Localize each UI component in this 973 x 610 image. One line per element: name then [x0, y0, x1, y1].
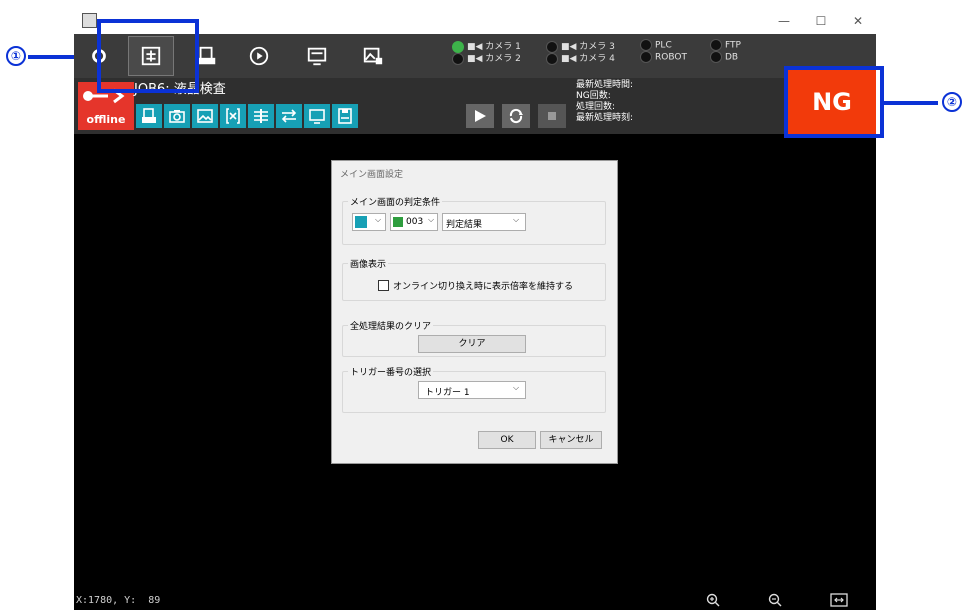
status-dot-icon	[640, 39, 652, 51]
annotation-2-line	[882, 101, 938, 105]
run-button[interactable]	[466, 104, 494, 128]
toolbar-display-button[interactable]	[294, 36, 340, 76]
monitor-button[interactable]	[304, 104, 330, 128]
close-button[interactable]: ✕	[838, 8, 878, 34]
ng-count-label: NG回数:	[576, 91, 611, 101]
chevron-down-icon: ⌵	[513, 383, 520, 392]
ftp-status: FTP	[710, 39, 741, 51]
tool-number-select[interactable]: 003 ⌵	[390, 213, 438, 231]
variable-icon	[226, 108, 240, 124]
judgment-item-select[interactable]: 判定結果 ⌵	[442, 213, 526, 231]
trigger-value: トリガー 1	[425, 388, 470, 398]
plc-label: PLC	[655, 40, 672, 51]
ftp-label: FTP	[725, 40, 741, 51]
cursor-coordinates: X:1780, Y: 89	[76, 595, 161, 606]
annotation-1-highlight	[97, 19, 199, 93]
db-status: DB	[710, 51, 738, 63]
status-dot-icon	[710, 51, 722, 63]
image-display-title: 画像表示	[348, 257, 389, 270]
variable-button[interactable]	[220, 104, 246, 128]
image-icon	[197, 109, 213, 123]
camera-button[interactable]	[164, 104, 190, 128]
last-process-at-label: 最新処理時刻:	[576, 113, 634, 123]
maximize-button[interactable]: ☐	[801, 8, 841, 34]
job-icon	[142, 108, 156, 123]
robot-status: ROBOT	[640, 51, 687, 63]
camera-icon: ■◀	[561, 54, 580, 64]
judgment-condition-title: メイン画面の判定条件	[348, 195, 443, 208]
camera-icon: ■◀	[467, 54, 486, 64]
info-panel: 最新処理時間: NG回数: 処理回数: 最新処理時刻:	[576, 80, 633, 124]
toolbar-image-button[interactable]	[350, 36, 396, 76]
chevron-down-icon: ⌵	[513, 215, 520, 224]
camera-2-status: ■◀ カメラ 2	[452, 51, 521, 65]
camera-icon	[169, 110, 185, 123]
offline-label: offline	[86, 113, 126, 126]
swap-icon	[281, 109, 297, 123]
annotation-2-label: ②	[946, 95, 958, 109]
annotation-2-highlight	[784, 66, 884, 138]
stop-button[interactable]	[538, 104, 566, 128]
tool-number-value: 003	[406, 217, 424, 227]
image-tool-icon	[393, 217, 403, 227]
chevron-down-icon: ⌵	[375, 215, 382, 224]
save-icon	[338, 108, 352, 124]
main-screen-settings-dialog: メイン画面設定 メイン画面の判定条件 ⌵ 003 ⌵ 判定結果 ⌵ 画像表示 オ…	[331, 160, 618, 464]
toolbar-play-button[interactable]	[236, 36, 282, 76]
judgment-condition-controls: ⌵ 003 ⌵ 判定結果 ⌵	[352, 213, 608, 233]
zoom-in-icon[interactable]	[706, 593, 720, 607]
play-circle-icon	[249, 46, 269, 66]
cancel-button[interactable]: キャンセル	[540, 431, 602, 449]
save-button[interactable]	[332, 104, 358, 128]
trigger-selection-title: トリガー番号の選択	[348, 365, 434, 378]
switch-button[interactable]	[276, 104, 302, 128]
app-icon	[82, 13, 97, 28]
annotation-1-label: ①	[10, 49, 22, 63]
dialog-title: メイン画面設定	[340, 170, 404, 180]
tool-type-select[interactable]: ⌵	[352, 213, 386, 231]
camera-4-status: ■◀ カメラ 4	[546, 51, 615, 65]
judgment-item-value: 判定結果	[446, 220, 483, 230]
display-icon	[307, 47, 327, 66]
status-bar: X:1780, Y: 89	[74, 591, 876, 610]
plc-status: PLC	[640, 39, 672, 51]
image-lock-icon	[363, 47, 383, 65]
log-icon	[198, 46, 216, 65]
zoom-out-icon[interactable]	[768, 593, 782, 607]
ok-button[interactable]: OK	[478, 431, 536, 449]
sliders-icon	[254, 109, 268, 123]
status-dot-icon	[710, 39, 722, 51]
last-process-time-label: 最新処理時間:	[576, 80, 634, 90]
repeat-icon	[509, 108, 523, 124]
robot-label: ROBOT	[655, 52, 687, 63]
keep-zoom-label: オンライン切り換え時に表示倍率を維持する	[393, 282, 574, 292]
minimize-button[interactable]: —	[764, 8, 804, 34]
chevron-down-icon: ⌵	[428, 215, 435, 224]
monitor-icon	[309, 109, 325, 124]
clear-results-title: 全処理結果のクリア	[348, 319, 434, 332]
annotation-1: ①	[6, 46, 26, 66]
trigger-select[interactable]: トリガー 1 ⌵	[418, 381, 526, 399]
stop-icon	[548, 112, 556, 120]
keep-zoom-checkbox[interactable]: オンライン切り換え時に表示倍率を維持する	[378, 279, 604, 293]
image-button[interactable]	[192, 104, 218, 128]
adjust-button[interactable]	[248, 104, 274, 128]
camera-4-label: カメラ 4	[579, 54, 615, 64]
tool-icon	[355, 216, 367, 228]
process-count-label: 処理回数:	[576, 102, 616, 112]
checkbox-box[interactable]	[378, 280, 389, 291]
job-log-button[interactable]	[136, 104, 162, 128]
status-dot-icon	[640, 51, 652, 63]
clear-button[interactable]: クリア	[418, 335, 526, 353]
play-icon	[475, 110, 486, 122]
status-dot-icon	[452, 52, 464, 65]
fit-screen-icon[interactable]	[830, 593, 848, 607]
status-dot-icon	[546, 52, 558, 65]
continuous-run-button[interactable]	[502, 104, 530, 128]
annotation-2: ②	[942, 92, 962, 112]
db-label: DB	[725, 52, 739, 63]
camera-2-label: カメラ 2	[485, 54, 521, 64]
